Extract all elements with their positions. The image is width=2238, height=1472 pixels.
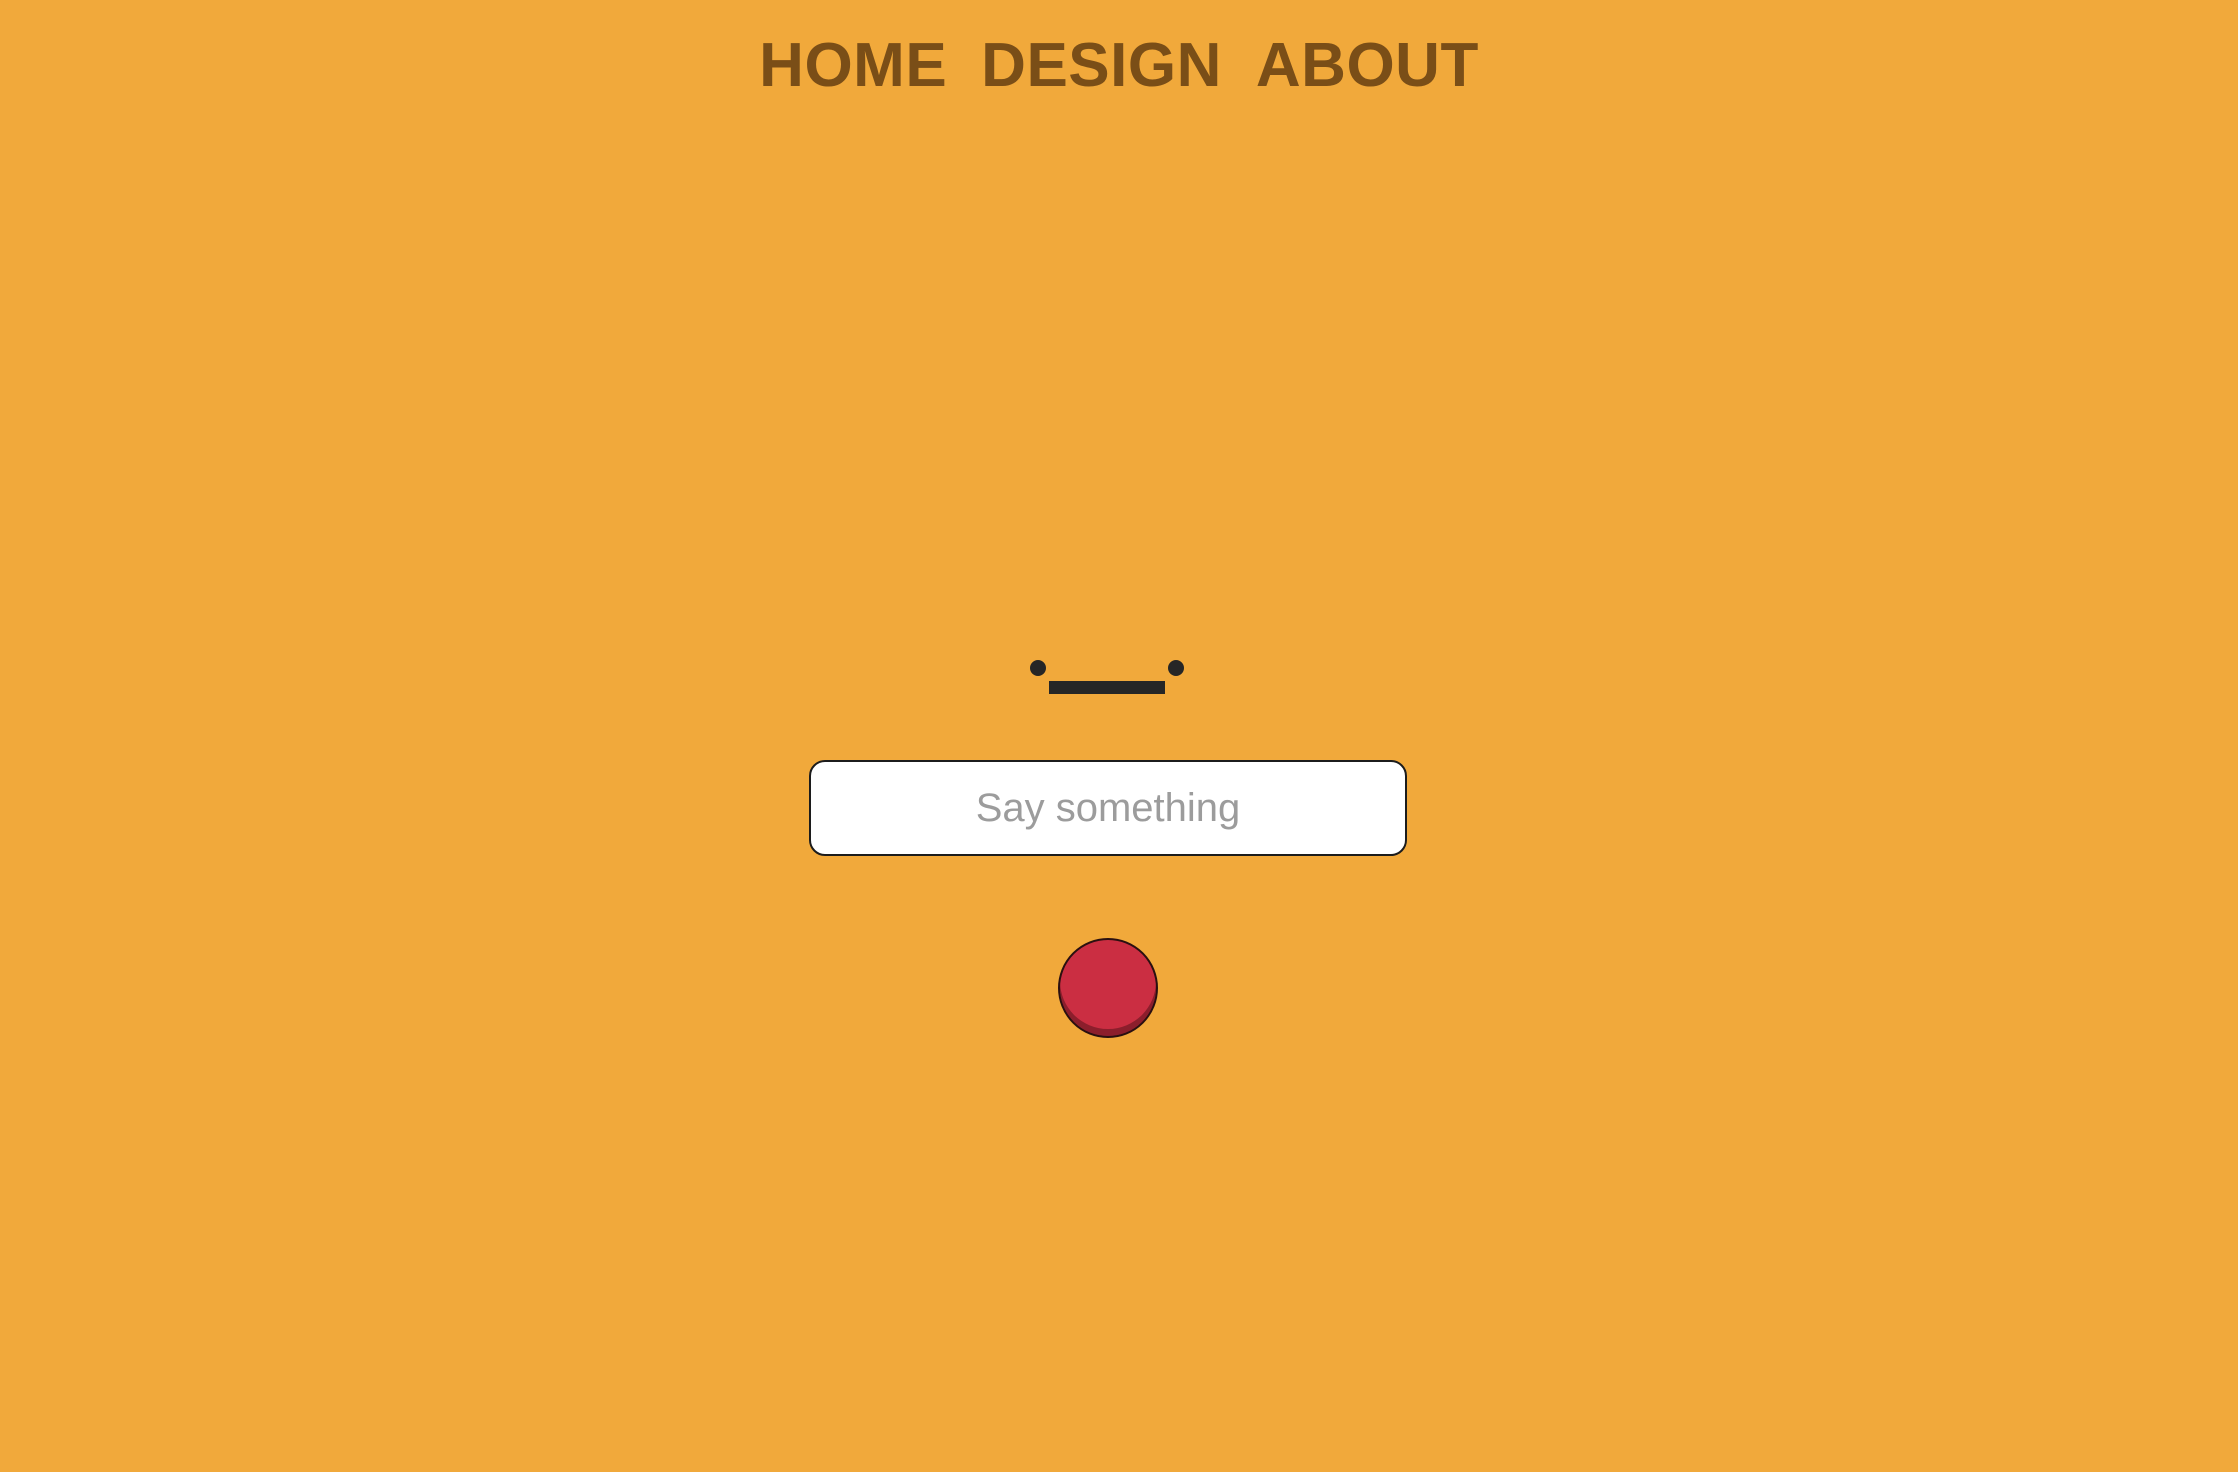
record-button[interactable] (1058, 938, 1158, 1038)
say-something-input[interactable] (809, 760, 1407, 856)
neutral-face-icon (1027, 660, 1187, 696)
left-eye (1030, 660, 1046, 676)
right-eye (1168, 660, 1184, 676)
mouth (1049, 681, 1165, 694)
nav-about-link[interactable]: ABOUT (1256, 28, 1479, 104)
nav-design-link[interactable]: DESIGN (981, 28, 1222, 104)
nav-home-link[interactable]: HOME (759, 28, 947, 104)
top-nav: HOME DESIGN ABOUT (0, 28, 2238, 104)
